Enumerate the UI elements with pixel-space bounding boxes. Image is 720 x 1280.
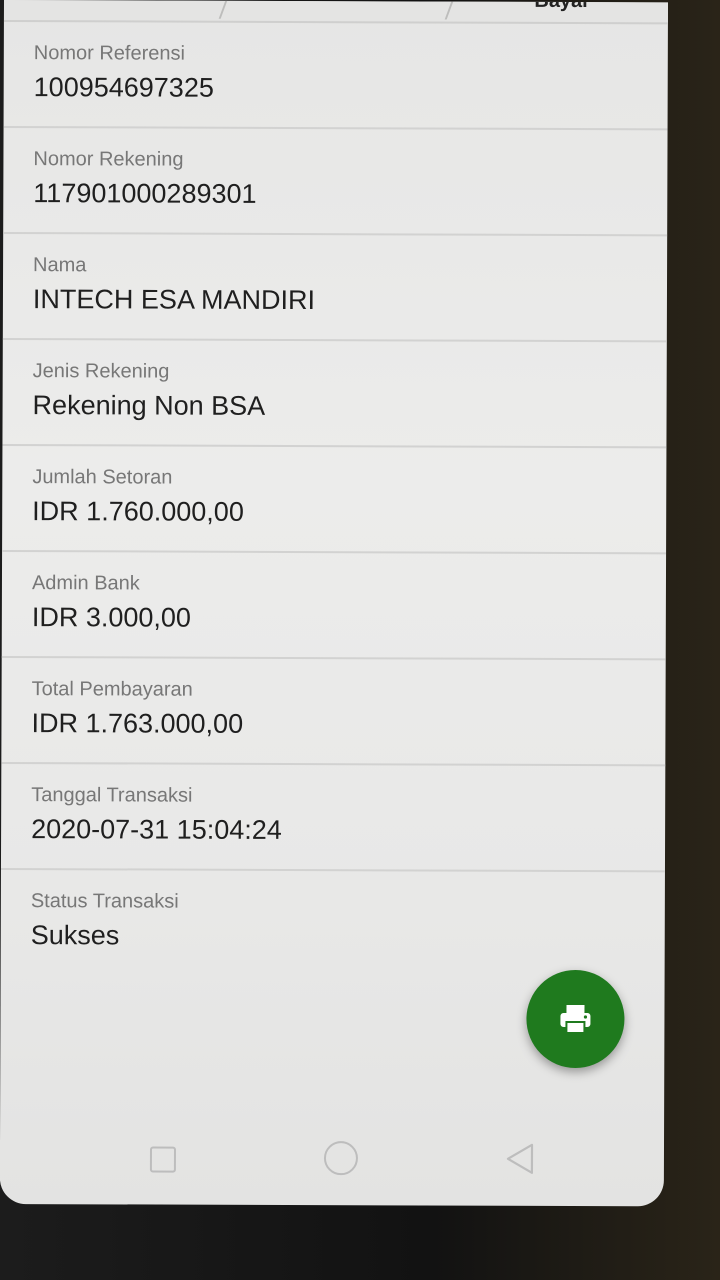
detail-row-transaction-status: Status Transaksi Sukses bbox=[1, 870, 665, 978]
detail-value: INTECH ESA MANDIRI bbox=[32, 284, 316, 316]
print-button[interactable] bbox=[526, 969, 625, 1069]
transaction-details-list: Nomor Referensi 100954697325 Nomor Reken… bbox=[0, 21, 668, 978]
screen: Bayar Nomor Referensi 100954697325 Nomor… bbox=[0, 0, 668, 1207]
detail-label: Tanggal Transaksi bbox=[31, 784, 193, 807]
detail-value: 117901000289301 bbox=[33, 178, 257, 209]
system-navbar bbox=[0, 1130, 664, 1192]
detail-value: IDR 1.760.000,00 bbox=[32, 496, 244, 527]
detail-label: Nama bbox=[33, 254, 87, 277]
detail-row-reference-number: Nomor Referensi 100954697325 bbox=[3, 21, 668, 131]
detail-label: Jenis Rekening bbox=[32, 360, 170, 383]
detail-label: Jumlah Setoran bbox=[32, 466, 173, 489]
tab-divider bbox=[218, 0, 228, 19]
detail-row-deposit-amount: Jumlah Setoran IDR 1.760.000,00 bbox=[2, 445, 667, 555]
detail-label: Nomor Referensi bbox=[33, 42, 186, 65]
detail-value: Sukses bbox=[30, 920, 120, 951]
detail-value: Rekening Non BSA bbox=[32, 390, 266, 421]
tab-divider bbox=[444, 1, 454, 20]
detail-label: Nomor Rekening bbox=[33, 148, 184, 171]
detail-row-account-number: Nomor Rekening 117901000289301 bbox=[3, 127, 668, 237]
detail-value: IDR 1.763.000,00 bbox=[31, 708, 244, 739]
back-icon[interactable] bbox=[504, 1142, 536, 1176]
detail-value: 2020-07-31 15:04:24 bbox=[31, 814, 282, 845]
tab-bayar[interactable]: Bayar bbox=[534, 0, 590, 13]
detail-label: Status Transaksi bbox=[30, 890, 179, 913]
detail-label: Admin Bank bbox=[31, 572, 140, 595]
detail-row-total-payment: Total Pembayaran IDR 1.763.000,00 bbox=[1, 657, 666, 767]
tab-strip: Bayar bbox=[3, 0, 668, 25]
detail-row-account-type: Jenis Rekening Rekening Non BSA bbox=[2, 339, 667, 449]
detail-value: IDR 3.000,00 bbox=[31, 602, 192, 633]
detail-label: Total Pembayaran bbox=[31, 678, 193, 701]
printer-icon bbox=[560, 1004, 591, 1035]
detail-row-name: Nama INTECH ESA MANDIRI bbox=[2, 233, 668, 343]
detail-row-admin-fee: Admin Bank IDR 3.000,00 bbox=[1, 551, 667, 661]
recent-apps-icon[interactable] bbox=[149, 1146, 176, 1173]
detail-row-transaction-date: Tanggal Transaksi 2020-07-31 15:04:24 bbox=[0, 763, 666, 873]
detail-value: 100954697325 bbox=[33, 72, 214, 103]
home-icon[interactable] bbox=[323, 1141, 359, 1176]
